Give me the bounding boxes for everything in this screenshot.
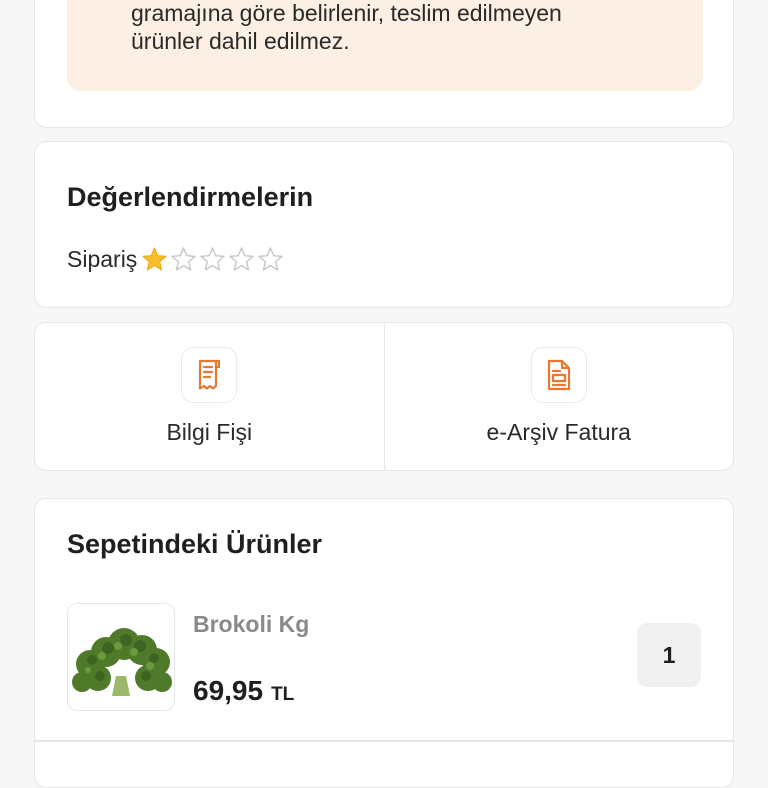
product-name[interactable]: Brokoli Kg: [193, 611, 309, 638]
divider: [35, 740, 733, 742]
notice-line-2: ürünler dahil edilmez.: [131, 28, 350, 54]
receipt-icon: [181, 347, 238, 403]
quantity-badge: 1: [637, 623, 701, 687]
star-empty-icon[interactable]: [228, 246, 255, 273]
basket-title: Sepetindeki Ürünler: [67, 529, 323, 559]
order-rating-label: Sipariş: [67, 246, 138, 272]
invoice-button[interactable]: e-Arşiv Fatura: [383, 323, 734, 470]
invoice-icon: [530, 347, 587, 403]
star-empty-icon[interactable]: [199, 246, 226, 273]
price-value: 69,95: [193, 675, 264, 706]
order-rating-row: Sipariş: [67, 246, 286, 273]
delivery-notice-card: gramajına göre belirlenir, teslim edilme…: [34, 0, 734, 128]
broccoli-image: [68, 604, 174, 710]
price-currency: TL: [271, 684, 295, 705]
star-rating[interactable]: [141, 246, 286, 273]
star-empty-icon[interactable]: [257, 246, 284, 273]
receipt-button[interactable]: Bilgi Fişi: [35, 323, 384, 470]
basket-card: Sepetindeki Ürünler Brokoli Kg 69,95 TL …: [34, 498, 734, 788]
invoice-label: e-Arşiv Fatura: [486, 419, 631, 445]
star-filled-icon[interactable]: [141, 246, 168, 273]
product-price: 69,95 TL: [193, 675, 294, 707]
reviews-card: Değerlendirmelerin Sipariş: [34, 141, 734, 308]
documents-card: Bilgi Fişi e-Arşiv Fatura: [34, 322, 734, 471]
star-empty-icon[interactable]: [170, 246, 197, 273]
delivery-notice: gramajına göre belirlenir, teslim edilme…: [67, 0, 703, 91]
receipt-label: Bilgi Fişi: [166, 419, 253, 445]
notice-line-1: gramajına göre belirlenir, teslim edilme…: [131, 0, 562, 26]
reviews-title: Değerlendirmelerin: [67, 182, 314, 212]
product-image[interactable]: [67, 603, 175, 711]
